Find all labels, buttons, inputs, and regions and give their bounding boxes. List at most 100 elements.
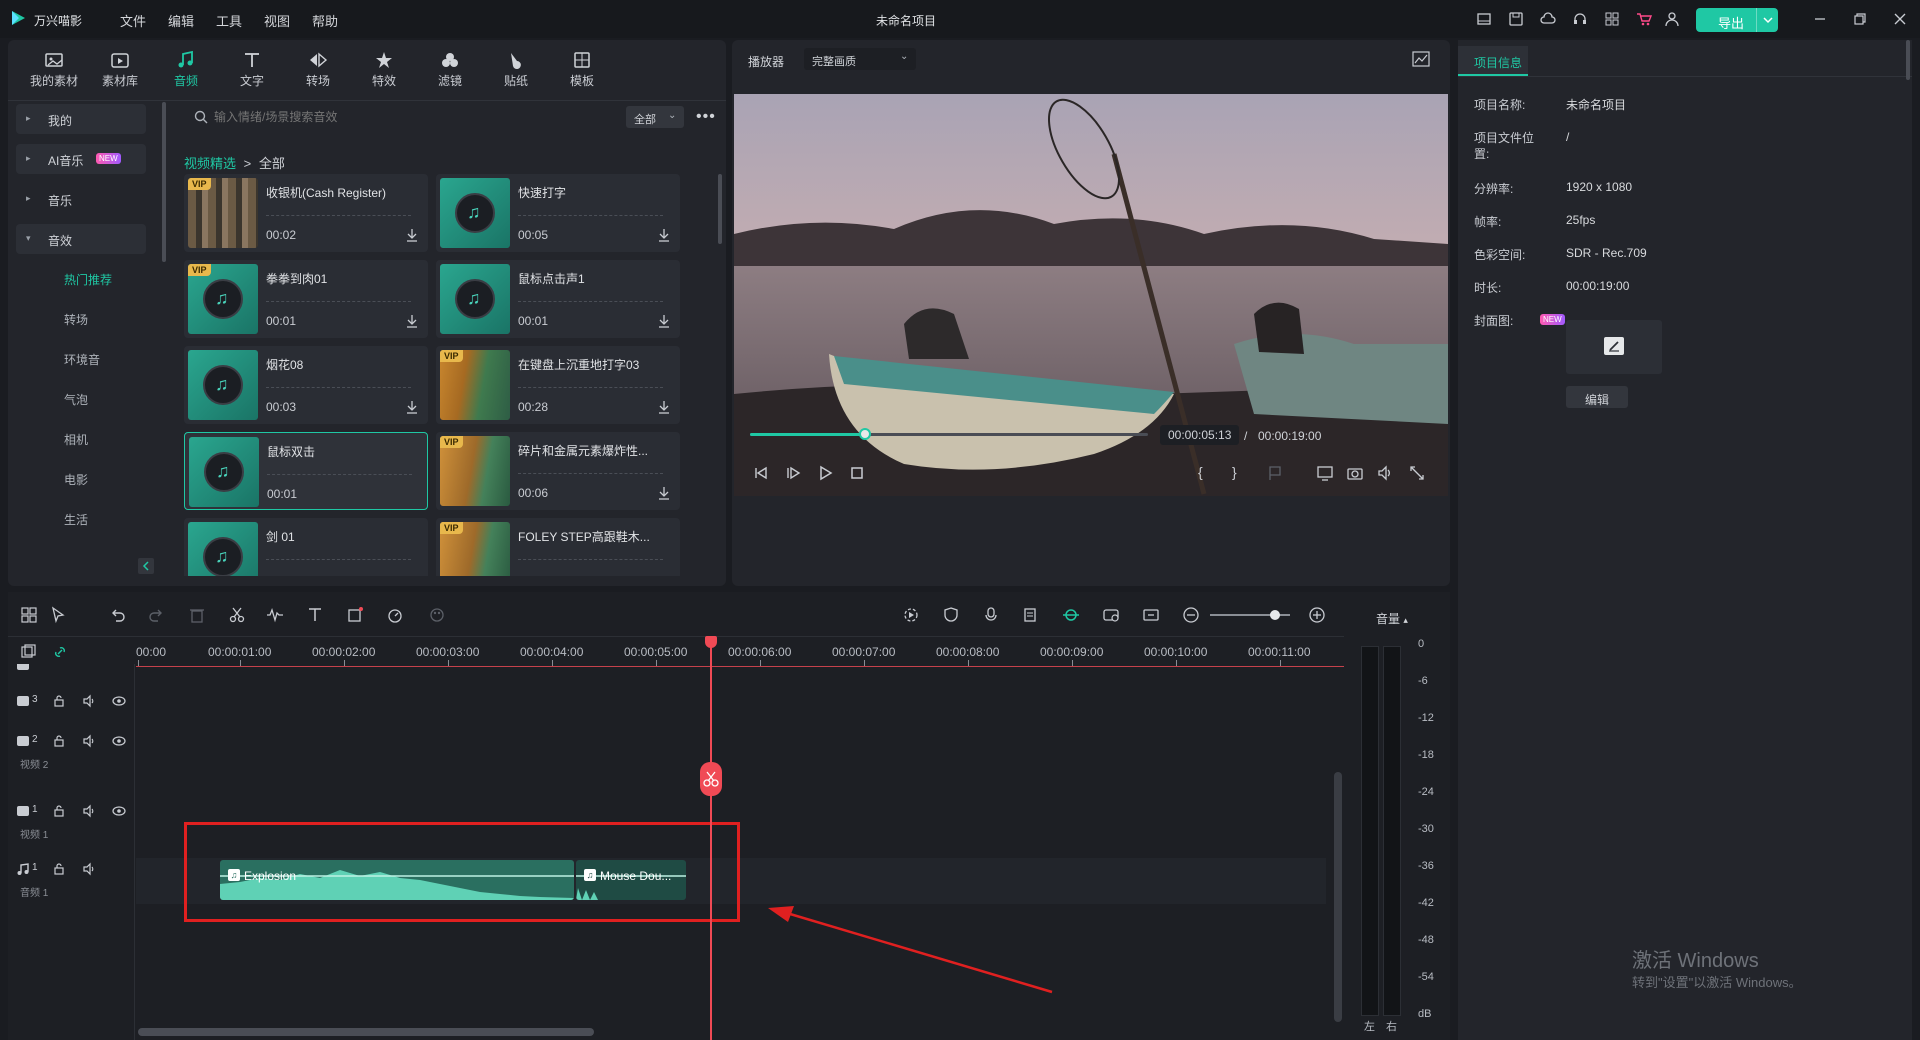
sidebar-sub-bubble[interactable]: 气泡 [64, 391, 88, 408]
sidebar-item-sfx[interactable]: ▾ 音效 [16, 224, 146, 254]
download-icon[interactable] [658, 486, 670, 500]
sound-card[interactable]: 快速打字 00:05 [436, 174, 680, 252]
progress-track[interactable] [750, 428, 1148, 440]
sidebar-sub-hot[interactable]: 热门推荐 [64, 271, 112, 288]
sidebar-sub-transition[interactable]: 转场 [64, 311, 88, 328]
eye-icon[interactable] [112, 734, 126, 748]
download-icon[interactable] [658, 400, 670, 414]
snap-icon[interactable] [1062, 606, 1080, 624]
tab-sticker[interactable]: 贴纸 [486, 48, 546, 94]
add-track-icon[interactable] [20, 644, 36, 660]
tab-text[interactable]: 文字 [222, 48, 282, 94]
zoom-in-icon[interactable] [1308, 606, 1326, 624]
mark-out-icon[interactable]: } [1232, 464, 1250, 482]
play-icon[interactable] [816, 464, 834, 482]
search-bar[interactable]: 全部 ⌄ ••• [180, 100, 720, 134]
menu-view[interactable]: 视图 [264, 11, 290, 30]
menu-tools[interactable]: 工具 [216, 11, 242, 30]
zoom-slider-handle[interactable] [1270, 610, 1280, 620]
menu-edit[interactable]: 编辑 [168, 11, 194, 30]
fit-icon[interactable] [1142, 606, 1160, 624]
ai-tool-icon[interactable] [1102, 606, 1120, 624]
lock-icon[interactable] [52, 734, 66, 748]
close-icon[interactable] [1892, 11, 1908, 27]
download-icon[interactable] [658, 314, 670, 328]
download-icon[interactable] [406, 314, 418, 328]
sidebar-sub-movie[interactable]: 电影 [64, 471, 88, 488]
marker-icon[interactable] [1266, 464, 1284, 482]
cover-thumbnail[interactable] [1566, 320, 1662, 374]
export-button[interactable]: 导出 [1696, 8, 1778, 32]
sidebar-sub-ambient[interactable]: 环境音 [64, 351, 100, 368]
zoom-slider[interactable] [1210, 610, 1290, 620]
stop-icon[interactable] [848, 464, 866, 482]
volume-icon[interactable] [1376, 464, 1394, 482]
cart-icon[interactable] [1636, 11, 1652, 27]
sound-card[interactable]: 鼠标双击 00:01 [184, 432, 428, 510]
scopes-icon[interactable] [1412, 51, 1430, 67]
sidebar-item-mine[interactable]: ▸ 我的 [16, 104, 146, 134]
sound-card[interactable]: 剑 01 [184, 518, 428, 576]
download-icon[interactable] [406, 228, 418, 242]
minimize-icon[interactable] [1812, 11, 1828, 27]
mark-in-icon[interactable]: { [1198, 464, 1216, 482]
tab-template[interactable]: 模板 [552, 48, 612, 94]
sound-card[interactable]: VIP 收银机(Cash Register) 00:02 [184, 174, 428, 252]
user-icon[interactable] [1664, 11, 1680, 27]
volume-label[interactable]: 音量 ▴ [1376, 610, 1408, 627]
speed-icon[interactable] [386, 606, 404, 624]
tab-library[interactable]: 素材库 [90, 48, 150, 94]
lock-icon[interactable] [52, 694, 66, 708]
download-icon[interactable] [406, 400, 418, 414]
sidebar-sub-life[interactable]: 生活 [64, 511, 88, 528]
split-scissors-icon[interactable] [228, 606, 246, 624]
info-scrollbar[interactable] [1906, 40, 1910, 80]
sound-card[interactable]: VIP 在键盘上沉重地打字03 00:28 [436, 346, 680, 424]
mute-icon[interactable] [82, 734, 96, 748]
headset-icon[interactable] [1572, 11, 1588, 27]
sound-card[interactable]: VIP 碎片和金属元素爆炸性... 00:06 [436, 432, 680, 510]
menu-file[interactable]: 文件 [120, 11, 146, 30]
lock-icon[interactable] [52, 862, 66, 876]
sidebar-item-ai-music[interactable]: ▸ AI音乐 NEW [16, 144, 146, 174]
zoom-out-icon[interactable] [1182, 606, 1200, 624]
microphone-icon[interactable] [982, 606, 1000, 624]
search-input[interactable] [214, 108, 494, 126]
tab-filter[interactable]: 滤镜 [420, 48, 480, 94]
undo-icon[interactable] [108, 606, 126, 624]
voiceover-icon[interactable] [1022, 606, 1040, 624]
lock-icon[interactable] [52, 804, 66, 818]
sound-card[interactable]: VIP 拳拳到肉01 00:01 [184, 260, 428, 338]
tab-transition[interactable]: 转场 [288, 48, 348, 94]
grid-icon[interactable] [20, 606, 38, 624]
more-options-icon[interactable]: ••• [696, 108, 716, 126]
link-icon[interactable] [52, 644, 68, 660]
filter-dropdown[interactable]: 全部 ⌄ [626, 106, 684, 128]
eye-icon[interactable] [112, 694, 126, 708]
shield-icon[interactable] [942, 606, 960, 624]
display-icon[interactable] [1316, 464, 1334, 482]
mute-icon[interactable] [82, 862, 96, 876]
select-tool-icon[interactable] [50, 606, 68, 624]
sound-card[interactable]: 烟花08 00:03 [184, 346, 428, 424]
cover-edit-button[interactable]: 编辑 [1566, 386, 1628, 408]
render-icon[interactable] [902, 606, 920, 624]
next-frame-icon[interactable] [784, 464, 802, 482]
download-icon[interactable] [658, 228, 670, 242]
playhead-handle[interactable] [705, 636, 717, 648]
restore-icon[interactable] [1852, 11, 1868, 27]
apps-grid-icon[interactable] [1604, 11, 1620, 27]
collapse-sidebar-button[interactable] [138, 558, 154, 574]
prev-frame-icon[interactable] [752, 464, 770, 482]
color-icon[interactable] [428, 606, 446, 624]
eye-icon[interactable] [112, 804, 126, 818]
audio-edit-icon[interactable] [266, 606, 284, 624]
quality-dropdown[interactable]: 完整画质 ⌄ [804, 48, 916, 70]
save-icon[interactable] [1508, 11, 1524, 27]
sidebar-scrollbar[interactable] [162, 102, 166, 262]
redo-icon[interactable] [148, 606, 166, 624]
card-list-scrollbar[interactable] [718, 174, 722, 244]
menu-help[interactable]: 帮助 [312, 11, 338, 30]
crop-icon[interactable] [346, 606, 364, 624]
sidebar-item-music[interactable]: ▸ 音乐 [16, 184, 146, 214]
